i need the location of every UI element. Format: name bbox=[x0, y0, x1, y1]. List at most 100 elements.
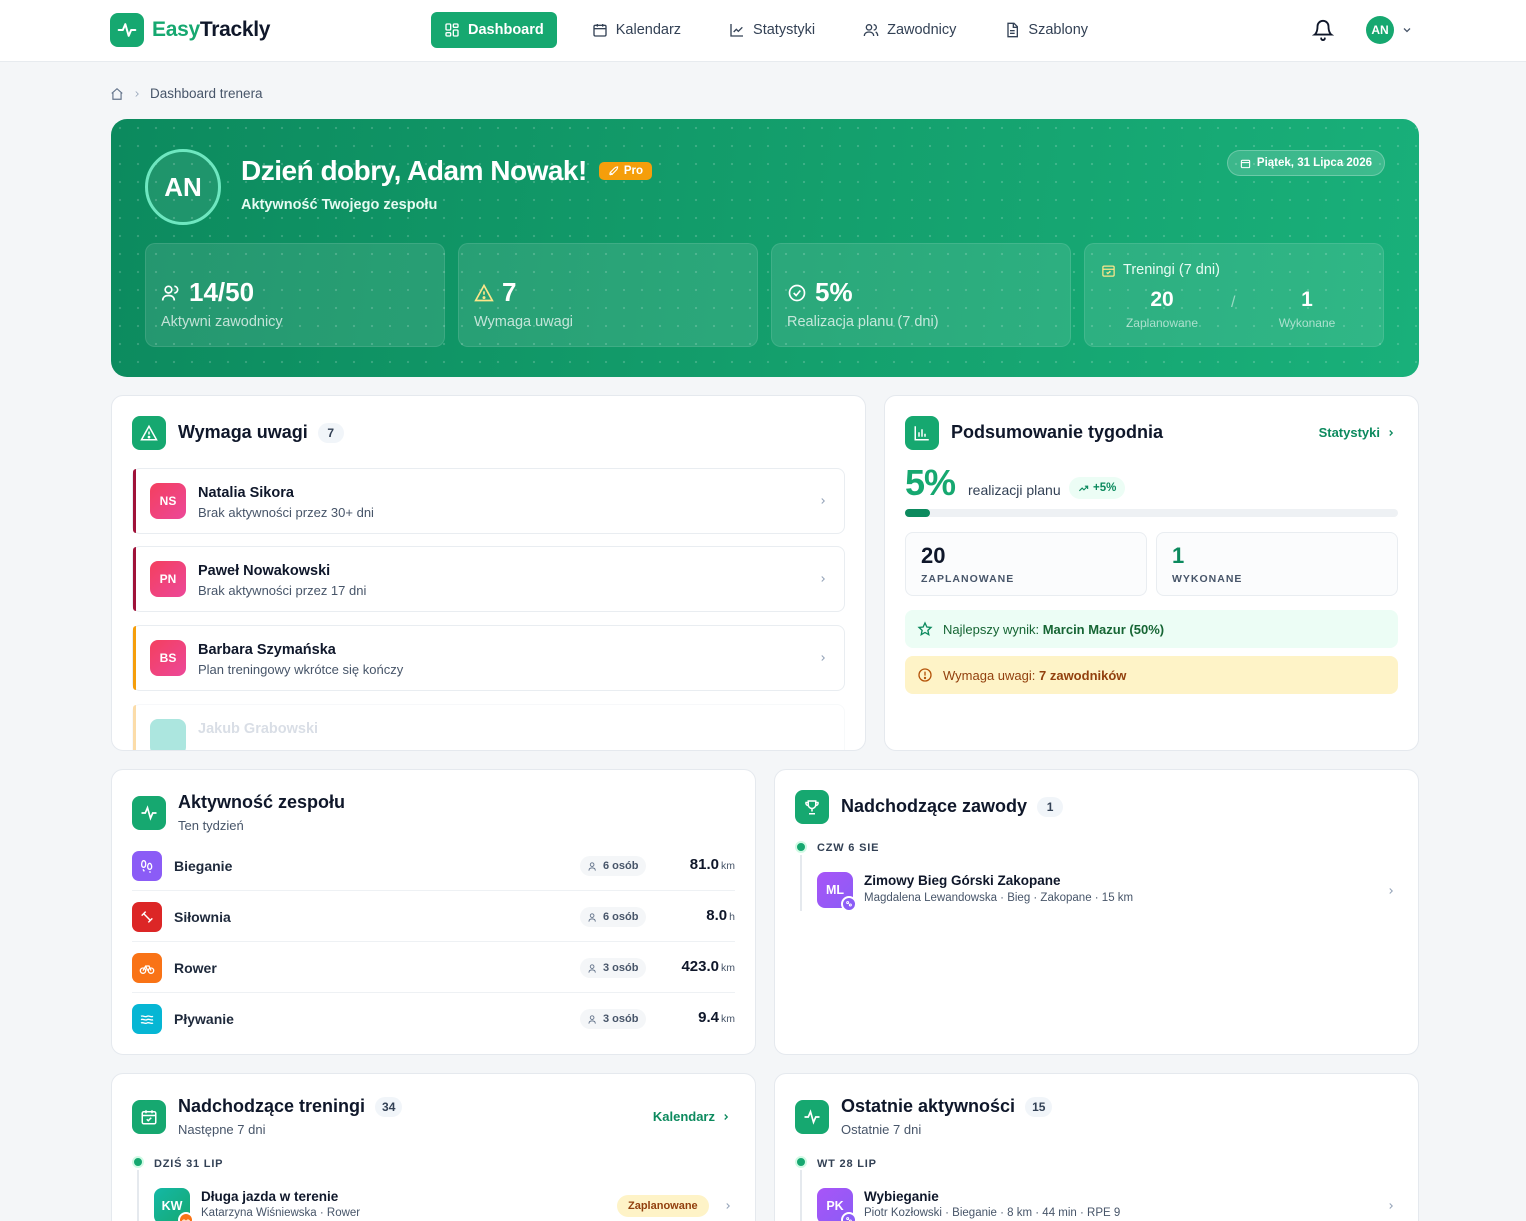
done-label: WYKONANE bbox=[1172, 573, 1243, 585]
avatar: KW bbox=[154, 1188, 194, 1221]
chevron-down-icon[interactable] bbox=[1401, 24, 1413, 36]
app-name: EasyTrackly bbox=[152, 18, 271, 41]
hero-greeting: Dzień dobry, Adam Nowak! bbox=[241, 155, 587, 186]
avatar bbox=[150, 719, 186, 750]
stat-value: 5% bbox=[815, 277, 853, 307]
trainings-planned: 20 bbox=[1150, 288, 1174, 311]
top-navbar: EasyTrackly Dashboard Kalendarz Statysty… bbox=[0, 0, 1526, 62]
warning-icon bbox=[474, 283, 494, 301]
activity-value: 9.4 km bbox=[698, 1009, 735, 1026]
attention-item[interactable]: NS Natalia Sikora Brak aktywności przez … bbox=[132, 468, 845, 534]
users-icon bbox=[588, 861, 596, 871]
trend-badge: +5% bbox=[1069, 477, 1126, 499]
activity-name: Rower bbox=[174, 960, 217, 976]
dumbbell-icon bbox=[132, 902, 162, 932]
nav-statistics[interactable]: Statystyki bbox=[716, 12, 828, 48]
activity-row[interactable]: Siłownia 6 osób 8.0 h bbox=[132, 892, 735, 942]
statistics-link[interactable]: Statystyki bbox=[1319, 425, 1396, 440]
nav-dashboard-label: Dashboard bbox=[468, 22, 544, 38]
activity-value: 81.0 km bbox=[689, 856, 735, 873]
coach-avatar: AN bbox=[145, 149, 221, 225]
stat-needs-attention[interactable]: 7 Wymaga uwagi bbox=[458, 243, 758, 347]
plan-percent-label: realizacji planu bbox=[968, 482, 1061, 498]
plan-percent: 5% bbox=[905, 462, 956, 503]
breadcrumb-current: Dashboard trenera bbox=[150, 86, 263, 101]
chart-line-icon bbox=[730, 24, 744, 37]
people-count: 3 osób bbox=[580, 1009, 647, 1029]
pulse-icon bbox=[132, 796, 166, 830]
activity-row[interactable]: Bieganie 6 osób 81.0 km bbox=[132, 841, 735, 891]
activity-value: 423.0 km bbox=[681, 958, 735, 975]
nav-athletes-label: Zawodnicy bbox=[887, 22, 957, 38]
best-result-note: Najlepszy wynik: Marcin Mazur (50%) bbox=[905, 610, 1398, 648]
stat-label: Wymaga uwagi bbox=[474, 314, 573, 330]
team-activity-subtitle: Ten tydzień bbox=[178, 818, 244, 833]
attention-item[interactable]: PN Paweł Nowakowski Brak aktywności prze… bbox=[132, 546, 845, 612]
planned-value: 20 bbox=[921, 543, 946, 568]
chevron-right-icon bbox=[726, 1203, 730, 1209]
done-value: 1 bbox=[1172, 543, 1185, 568]
recent-count: 15 bbox=[1025, 1096, 1053, 1117]
footprints-badge-icon bbox=[841, 1212, 857, 1221]
pro-badge: Pro bbox=[598, 162, 652, 180]
calendar-link[interactable]: Kalendarz bbox=[653, 1109, 731, 1124]
nav-athletes[interactable]: Zawodnicy bbox=[850, 12, 969, 48]
attention-marker bbox=[133, 626, 136, 690]
stat-trainings[interactable]: Treningi (7 dni) 20 Zaplanowane / 1 Wyko… bbox=[1084, 243, 1384, 347]
bar-chart-icon bbox=[905, 416, 939, 450]
chevron-right-icon bbox=[821, 498, 825, 504]
attention-title: Wymaga uwagi bbox=[178, 422, 308, 442]
training-meta: Katarzyna Wiśniewska · Rower bbox=[201, 1207, 361, 1219]
nav-templates-label: Szablony bbox=[1028, 22, 1089, 38]
footprints-badge-icon bbox=[841, 896, 857, 912]
week-summary-title: Podsumowanie tygodnia bbox=[951, 422, 1164, 442]
activity-row[interactable]: Pływanie 3 osób 9.4 km bbox=[132, 994, 735, 1044]
chevron-right-icon bbox=[821, 655, 825, 661]
document-icon bbox=[1007, 22, 1019, 38]
recent-activity-meta: Piotr Kozłowski · Bieganie · 8 km · 44 m… bbox=[864, 1207, 1121, 1219]
nav-dashboard[interactable]: Dashboard bbox=[431, 12, 557, 48]
waves-icon bbox=[132, 1004, 162, 1034]
trainings-done: 1 bbox=[1301, 288, 1313, 311]
bell-icon[interactable] bbox=[1312, 19, 1334, 41]
athlete-name: Paweł Nowakowski bbox=[198, 563, 331, 579]
trainings-separator: / bbox=[1231, 294, 1236, 311]
activity-name: Pływanie bbox=[174, 1011, 234, 1027]
stat-value: 7 bbox=[502, 277, 517, 307]
activity-row[interactable]: Rower 3 osób 423.0 km bbox=[132, 943, 735, 993]
recent-title: Ostatnie aktywności bbox=[841, 1096, 1016, 1116]
done-box: 1 WYKONANE bbox=[1156, 532, 1398, 596]
upcoming-competitions-card: Nadchodzące zawody 1 CZW 6 SIE ML Zimowy… bbox=[774, 769, 1419, 1055]
date-pill: Piątek, 31 Lipca 2026 bbox=[1226, 150, 1385, 176]
nav-statistics-label: Statystyki bbox=[753, 22, 816, 38]
stat-label: Aktywni zawodnicy bbox=[161, 314, 283, 330]
bike-icon bbox=[132, 953, 162, 983]
home-icon[interactable] bbox=[110, 87, 124, 101]
trophy-icon bbox=[795, 790, 829, 824]
stat-plan-completion[interactable]: 5% Realizacja planu (7 dni) bbox=[771, 243, 1071, 347]
pulse-icon bbox=[795, 1100, 829, 1134]
trainings-planned-label: Zaplanowane bbox=[1125, 316, 1199, 330]
training-date: DZIŚ 31 LIP bbox=[154, 1158, 224, 1170]
users-icon bbox=[161, 285, 179, 301]
activity-name: Bieganie bbox=[174, 858, 233, 874]
competitions-title: Nadchodzące zawody bbox=[841, 796, 1028, 816]
stat-active-athletes[interactable]: 14/50 Aktywni zawodnicy bbox=[145, 243, 445, 347]
trainings-subtitle: Następne 7 dni bbox=[178, 1122, 266, 1137]
attention-item[interactable]: BS Barbara Szymańska Plan treningowy wkr… bbox=[132, 625, 845, 691]
avatar: PN bbox=[150, 561, 186, 597]
users-icon bbox=[588, 963, 596, 973]
user-avatar[interactable]: AN bbox=[1366, 16, 1394, 44]
attention-item[interactable]: Jakub Grabowski bbox=[132, 704, 845, 750]
nav-calendar[interactable]: Kalendarz bbox=[579, 12, 694, 48]
nav-templates[interactable]: Szablony bbox=[991, 12, 1101, 48]
attention-reason: Brak aktywności przez 17 dni bbox=[198, 583, 367, 598]
attention-card: Wymaga uwagi 7 NS Natalia Sikora Brak ak… bbox=[111, 395, 866, 751]
app-logo[interactable]: EasyTrackly bbox=[110, 13, 270, 47]
chevron-right-icon bbox=[821, 576, 825, 582]
athlete-name: Barbara Szymańska bbox=[198, 642, 336, 658]
plan-progress-fill bbox=[905, 509, 930, 517]
recent-activity-title: Wybieganie bbox=[864, 1189, 939, 1204]
hero-subtitle: Aktywność Twojego zespołu bbox=[241, 197, 438, 213]
competitions-count: 1 bbox=[1037, 796, 1064, 817]
